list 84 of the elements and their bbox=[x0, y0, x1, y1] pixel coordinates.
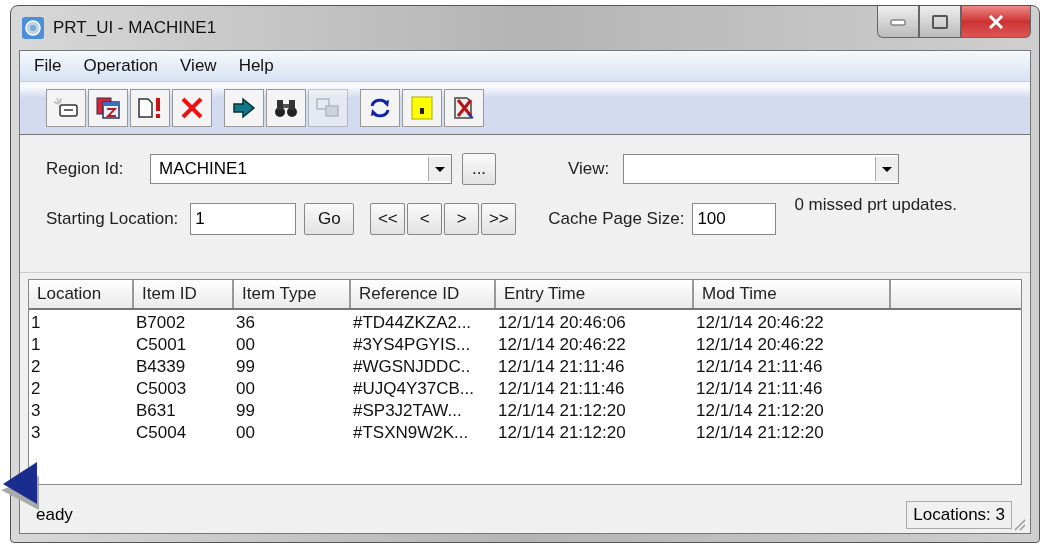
view-dropdown[interactable] bbox=[623, 154, 900, 184]
table-cell-text: 1 bbox=[30, 334, 42, 356]
maximize-button[interactable] bbox=[919, 6, 961, 38]
table-cell-text: C5004 bbox=[135, 422, 188, 444]
page-nav-button[interactable]: >> bbox=[481, 203, 517, 235]
table-cell-text: 12/1/14 21:11:46 bbox=[497, 356, 626, 378]
table-cell-text: 99 bbox=[235, 400, 256, 422]
resize-grip-icon bbox=[1012, 517, 1026, 531]
locations-count: Locations: 3 bbox=[906, 501, 1012, 529]
region-dropdown[interactable]: MACHINE1 bbox=[150, 154, 452, 184]
table-cell-text: 12/1/14 20:46:22 bbox=[497, 334, 627, 356]
table-cell-text: 00 bbox=[235, 334, 256, 356]
table-cell-text: B4339 bbox=[135, 356, 187, 378]
column-header[interactable]: Reference ID bbox=[351, 280, 496, 308]
toolbar-button[interactable] bbox=[266, 89, 306, 127]
table-cell-text: 12/1/14 21:11:46 bbox=[695, 356, 824, 378]
toolbar-button[interactable] bbox=[46, 89, 86, 127]
page-nav-button[interactable]: << bbox=[370, 203, 406, 235]
missed-updates-text: 0 missed prt updates. bbox=[794, 195, 957, 215]
toolbar-button[interactable] bbox=[444, 89, 484, 127]
table-cell-text: #WGSNJDDC.. bbox=[352, 356, 472, 378]
table-cell-text: B631 bbox=[135, 400, 177, 422]
table-cell-text: 12/1/14 20:46:22 bbox=[695, 334, 825, 356]
minimize-button[interactable] bbox=[877, 6, 919, 38]
table-cell-text: 12/1/14 21:12:20 bbox=[497, 400, 627, 422]
table-cell-text: 00 bbox=[235, 422, 256, 444]
starting-location-label: Starting Location: bbox=[46, 209, 179, 229]
table-cell-text: 36 bbox=[235, 312, 256, 334]
column-header[interactable]: Location bbox=[29, 280, 134, 308]
table-cell-text: 12/1/14 21:12:20 bbox=[695, 422, 825, 444]
table-cell-text: 3 bbox=[30, 400, 42, 422]
cache-page-size-field[interactable]: 100 bbox=[692, 203, 777, 235]
table-cell-text: 12/1/14 21:12:20 bbox=[497, 422, 627, 444]
starting-location-field[interactable]: 1 bbox=[190, 203, 297, 235]
window-title: PRT_UI - MACHINE1 bbox=[53, 18, 217, 38]
column-header[interactable]: Entry Time bbox=[496, 280, 694, 308]
table-cell-text: #3YS4PGYIS... bbox=[352, 334, 472, 356]
table-cell-text: 12/1/14 20:46:06 bbox=[497, 312, 627, 334]
menu-item[interactable]: View bbox=[180, 56, 217, 76]
close-icon bbox=[988, 14, 1004, 29]
page-nav-button[interactable]: < bbox=[407, 203, 443, 235]
region-label: Region Id: bbox=[46, 159, 125, 179]
go-button[interactable]: Go bbox=[304, 203, 355, 235]
app-icon bbox=[21, 16, 45, 40]
sparkle-folder-icon bbox=[53, 96, 79, 120]
toolbar-button[interactable] bbox=[224, 89, 264, 127]
status-message: eady bbox=[36, 505, 73, 525]
column-header[interactable]: Item Type bbox=[234, 280, 351, 308]
browse-button[interactable]: ... bbox=[462, 153, 496, 185]
toolbar-button[interactable] bbox=[360, 89, 400, 127]
close-button[interactable] bbox=[961, 6, 1031, 38]
toolbar-button[interactable] bbox=[88, 89, 128, 127]
menu-item[interactable]: Help bbox=[238, 56, 274, 76]
table-cell-text: 2 bbox=[30, 378, 42, 400]
column-header[interactable]: Mod Time bbox=[694, 280, 891, 308]
view-label: View: bbox=[568, 159, 610, 179]
table-cell-text: #UJQ4Y37CB... bbox=[352, 378, 475, 400]
menu-item[interactable]: File bbox=[34, 56, 62, 76]
calendar-icon bbox=[95, 96, 121, 120]
transfer-icon bbox=[315, 96, 341, 120]
page-nav-button[interactable]: > bbox=[444, 203, 480, 235]
table-cell-text: 12/1/14 21:12:20 bbox=[695, 400, 825, 422]
table-cell-text: 12/1/14 21:11:46 bbox=[497, 378, 626, 400]
table-cell-text: C5001 bbox=[135, 334, 188, 356]
table-cell-text: 00 bbox=[235, 378, 256, 400]
table-cell-text: #TSXN9W2K... bbox=[352, 422, 470, 444]
table-cell-text: B7002 bbox=[135, 312, 187, 334]
table-cell-text: 12/1/14 21:11:46 bbox=[695, 378, 824, 400]
table-cell-text: 2 bbox=[30, 356, 42, 378]
table-cell-text: 1 bbox=[30, 312, 42, 334]
table-cell-text: #SP3J2TAW... bbox=[352, 400, 463, 422]
minimize-icon bbox=[890, 17, 906, 26]
column-header[interactable]: Item ID bbox=[134, 280, 234, 308]
table-cell-text: C5003 bbox=[135, 378, 188, 400]
table-cell-text: 3 bbox=[30, 422, 42, 444]
table-cell-text: 12/1/14 20:46:22 bbox=[695, 312, 825, 334]
table-cell-text: #TD44ZKZA2... bbox=[352, 312, 473, 334]
cache-page-size-label: Cache Page Size: bbox=[548, 209, 685, 229]
cross-icon bbox=[179, 96, 205, 120]
toolbar-button[interactable] bbox=[130, 89, 170, 127]
maximize-icon bbox=[932, 14, 948, 29]
arrow-right-icon bbox=[231, 96, 257, 120]
table-cell-text: 99 bbox=[235, 356, 256, 378]
menu-item[interactable]: Operation bbox=[83, 56, 159, 76]
